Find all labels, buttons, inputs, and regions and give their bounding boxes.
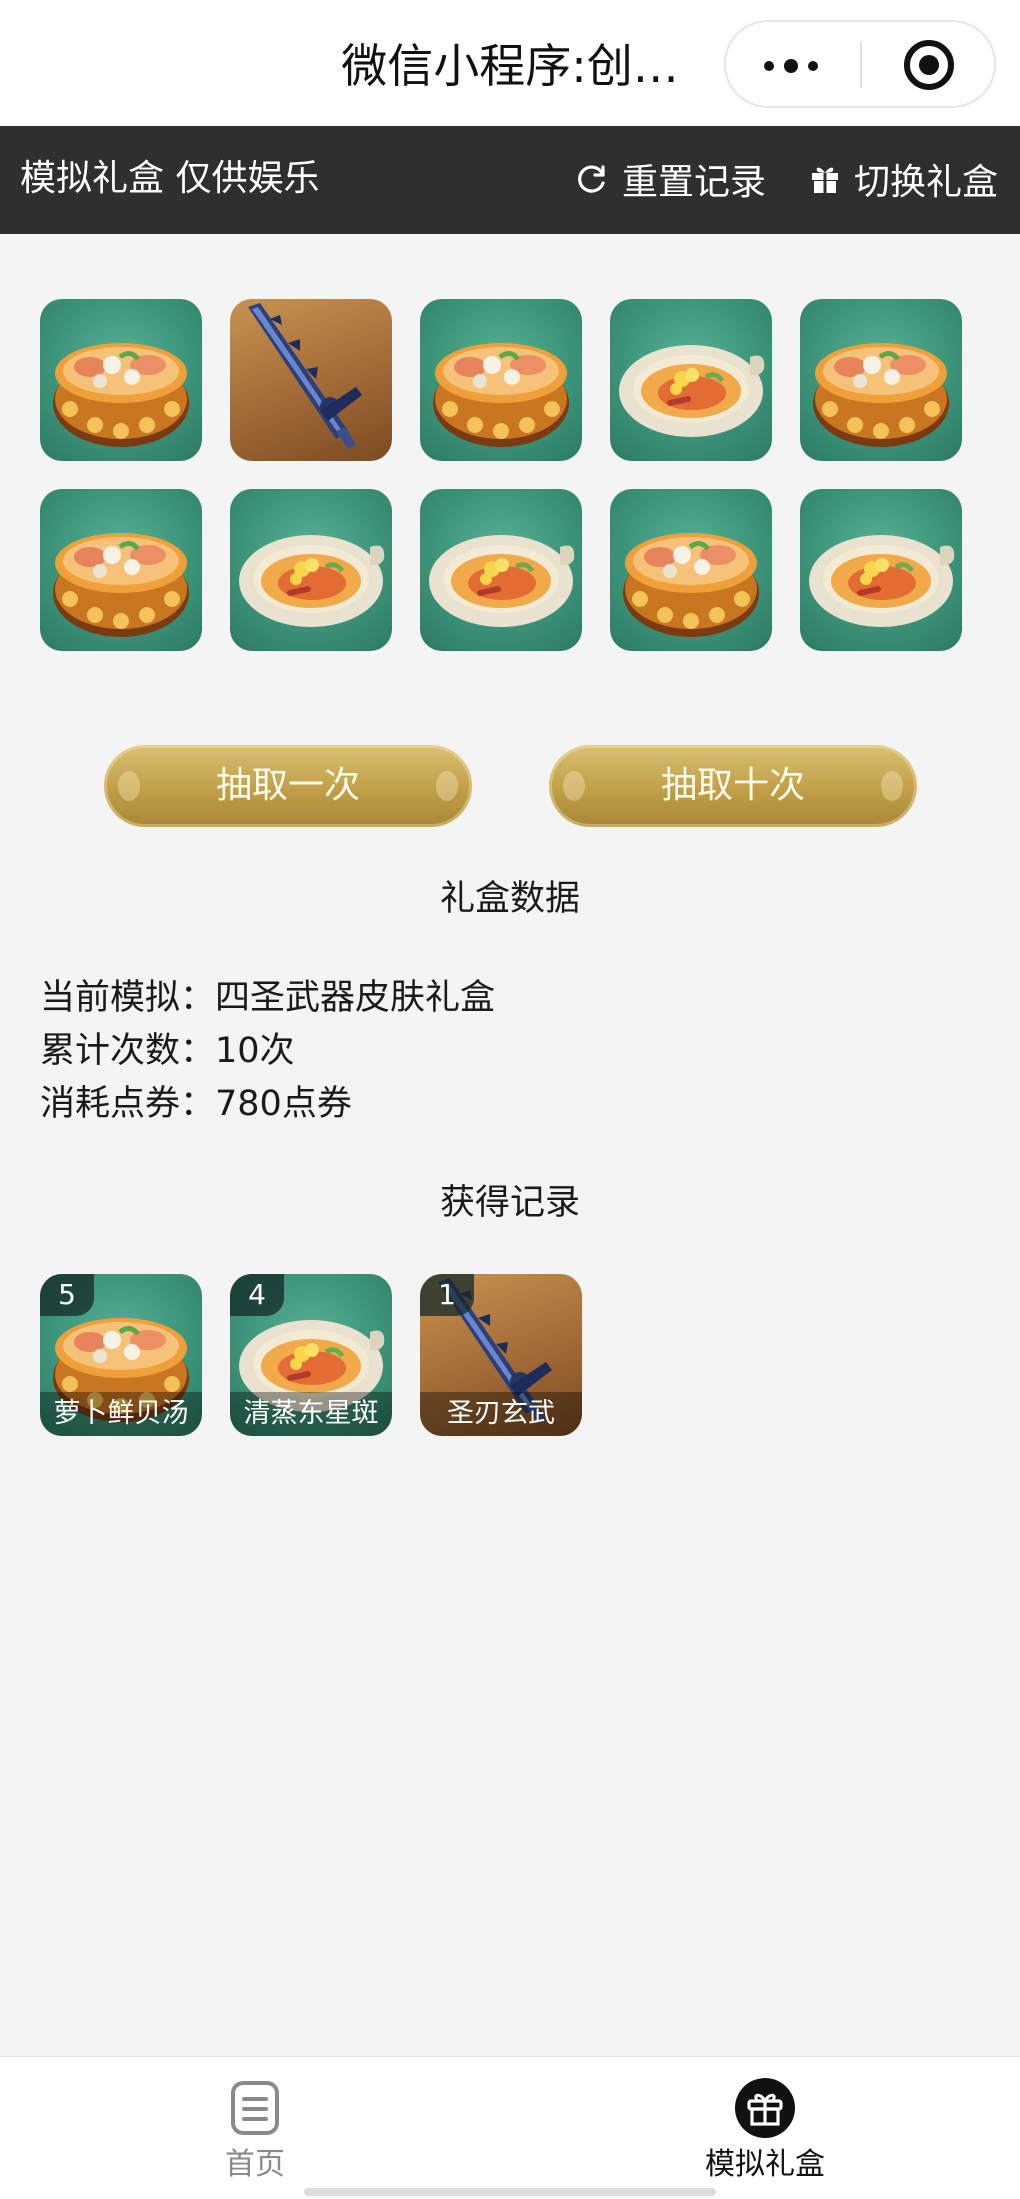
target-circle-icon[interactable] xyxy=(904,40,954,90)
reset-record-button[interactable]: 重置记录 xyxy=(576,154,766,204)
tab-giftbox-label: 模拟礼盒 xyxy=(705,2147,825,2182)
soup-bowl-image xyxy=(813,343,949,447)
home-indicator xyxy=(304,2188,716,2196)
more-dots-icon[interactable] xyxy=(764,42,844,88)
switch-giftbox-label: 切换礼盒 xyxy=(854,162,999,203)
capsule-menu xyxy=(724,20,996,108)
soup-bowl-image xyxy=(53,533,189,637)
result-item-tile xyxy=(610,489,772,651)
soup-bowl-image xyxy=(623,533,759,637)
toolbar: 模拟礼盒 仅供娱乐 重置记录 切换礼盒 xyxy=(0,126,1020,234)
result-item-tile xyxy=(800,489,962,651)
stat-current-label: 当前模拟： xyxy=(40,978,216,1018)
stat-current: 当前模拟：四圣武器皮肤礼盒 xyxy=(40,973,495,1023)
stat-cost-label: 消耗点券： xyxy=(40,1084,216,1124)
result-item-tile xyxy=(610,299,772,461)
tab-home[interactable]: 首页 xyxy=(0,2057,510,2199)
refresh-icon xyxy=(578,165,605,193)
record-count-badge: 1 xyxy=(420,1274,474,1316)
soup-bowl-image xyxy=(433,343,569,447)
stat-cost: 消耗点券：780点券 xyxy=(40,1079,352,1129)
steamed-dish-image xyxy=(619,345,765,437)
steamed-dish-image xyxy=(809,535,955,627)
soup-bowl-image xyxy=(53,343,189,447)
result-item-tile xyxy=(420,489,582,651)
record-count-badge: 5 xyxy=(40,1274,94,1316)
document-icon xyxy=(231,2081,279,2135)
gift-icon xyxy=(812,167,838,193)
result-item-tile xyxy=(230,299,392,461)
capsule-divider xyxy=(860,42,862,88)
record-item[interactable]: 4 清蒸东星斑 xyxy=(230,1274,392,1436)
sword-image xyxy=(248,303,362,449)
record-item[interactable]: 5 萝卜鲜贝汤 xyxy=(40,1274,202,1436)
result-item-tile xyxy=(40,299,202,461)
switch-giftbox-button[interactable]: 切换礼盒 xyxy=(810,154,998,204)
miniprogram-title-bar: 微信小程序:创… xyxy=(0,0,1020,126)
gift-circle-icon xyxy=(735,2078,795,2138)
steamed-dish-image xyxy=(239,535,385,627)
tab-giftbox[interactable]: 模拟礼盒 xyxy=(510,2057,1020,2199)
stat-count-value: 10次 xyxy=(215,1031,295,1071)
record-count-badge: 4 xyxy=(230,1274,284,1316)
result-item-tile xyxy=(40,489,202,651)
result-item-tile xyxy=(800,299,962,461)
draw-ten-button[interactable]: 抽取十次 xyxy=(549,745,917,827)
stat-count: 累计次数：10次 xyxy=(40,1026,295,1076)
reset-record-label: 重置记录 xyxy=(622,162,767,203)
stat-current-value: 四圣武器皮肤礼盒 xyxy=(215,978,496,1018)
result-item-tile xyxy=(230,489,392,651)
record-item-name: 清蒸东星斑 xyxy=(230,1392,392,1436)
record-item-name: 萝卜鲜贝汤 xyxy=(40,1392,202,1436)
giftbox-stats-title: 礼盒数据 xyxy=(439,879,580,919)
steamed-dish-image xyxy=(429,535,575,627)
tab-home-label: 首页 xyxy=(225,2147,285,2182)
tab-bar: 首页 模拟礼盒 xyxy=(0,2056,1020,2199)
toolbar-title: 模拟礼盒 仅供娱乐 xyxy=(20,158,320,199)
record-item[interactable]: 1 圣刃玄武 xyxy=(420,1274,582,1436)
stat-cost-value: 780点券 xyxy=(215,1084,352,1124)
result-item-tile xyxy=(420,299,582,461)
stat-count-label: 累计次数： xyxy=(40,1031,216,1071)
record-item-name: 圣刃玄武 xyxy=(420,1392,582,1436)
records-title: 获得记录 xyxy=(439,1183,580,1223)
draw-once-button[interactable]: 抽取一次 xyxy=(104,745,472,827)
